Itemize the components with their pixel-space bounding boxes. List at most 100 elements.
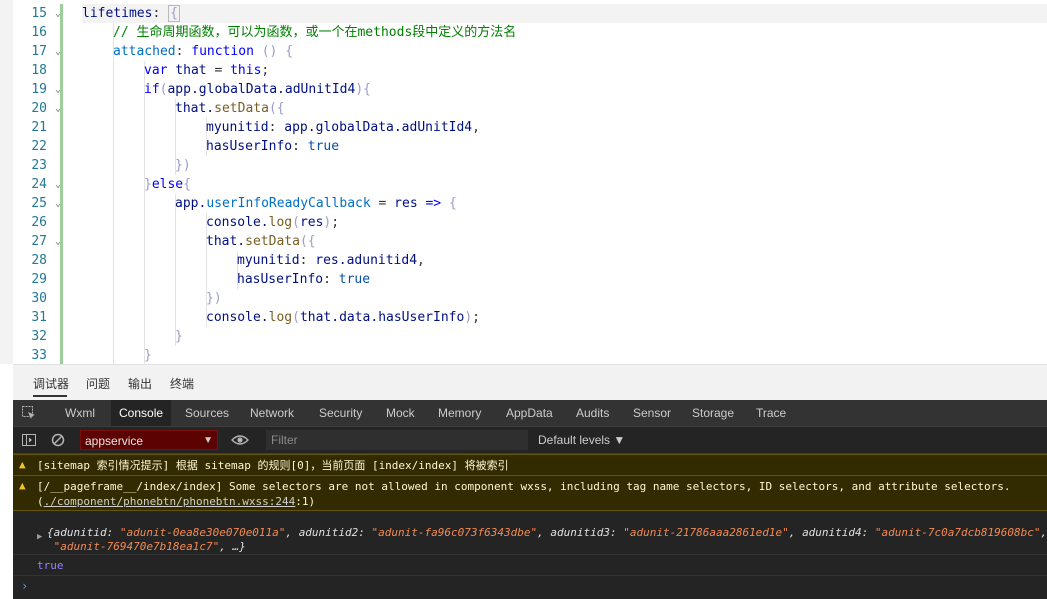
devtools-tab-audits[interactable]: Audits	[576, 400, 609, 426]
object-value: "adunit-fa96c073f6343dbe"	[371, 526, 538, 539]
indent-guide	[113, 99, 114, 118]
code-line[interactable]: // 生命周期函数，可以为函数，或一个在methods段中定义的方法名	[82, 23, 1047, 42]
line-number-gutter: 15 ⌄ 16 17 ⌄ 18 19 ⌄ 20 ⌄ 21 22 23 24 ⌄ 25 ⌄ 26 27 ⌄ 28 29 30 3…	[13, 4, 62, 364]
code-line[interactable]: if(app.globalData.adUnitId4){	[82, 80, 1047, 99]
code-line[interactable]: }else{	[82, 175, 1047, 194]
clear-console-icon[interactable]	[50, 432, 66, 448]
code-token: () {	[261, 44, 294, 59]
object-key: adunitid4	[802, 526, 862, 539]
dropdown-arrow-icon: ▼	[203, 435, 213, 446]
line-number-text: 16	[31, 25, 47, 40]
code-token: var	[144, 63, 168, 78]
code-token: that	[167, 63, 207, 78]
log-levels-dropdown[interactable]: Default levels ▼	[538, 427, 625, 453]
code-tokens: myunitid: app.globalData.adUnitId4,	[206, 118, 480, 137]
devtools-tab-sources[interactable]: Sources	[185, 400, 229, 426]
code-token: :	[292, 139, 308, 154]
code-token: hasUserInfo	[237, 272, 324, 287]
devtools-tab-memory[interactable]: Memory	[438, 400, 481, 426]
object-separator: :	[609, 526, 624, 539]
warning-source-open: (	[37, 495, 44, 508]
code-lines[interactable]: lifetimes: {// 生命周期函数，可以为函数，或一个在methods段…	[82, 4, 1047, 364]
context-selector[interactable]: appservice ▼	[80, 430, 218, 450]
indent-guide	[144, 213, 145, 232]
source-link[interactable]: ./component/phonebtn/phonebtn.wxss:244	[44, 495, 296, 508]
indent-guide	[175, 289, 176, 308]
editor-left-strip	[0, 0, 13, 364]
console-object-entry[interactable]: ▶ {adunitid: "adunit-0ea8e30e070e011a", …	[13, 522, 1047, 555]
object-preview: {adunitid: "adunit-0ea8e30e070e011a", ad…	[47, 526, 1047, 554]
code-editor[interactable]: 15 ⌄ 16 17 ⌄ 18 19 ⌄ 20 ⌄ 21 22 23 24 ⌄ 25 ⌄ 26 27 ⌄ 28 29 30 3…	[0, 0, 1047, 364]
devtools-tab-network[interactable]: Network	[250, 400, 294, 426]
indent-guide	[113, 346, 114, 364]
code-line[interactable]: hasUserInfo: true	[82, 137, 1047, 156]
expand-arrow-icon[interactable]: ▶	[37, 532, 42, 542]
console-output: ▲ [sitemap 索引情况提示] 根据 sitemap 的规则[0]，当前页…	[13, 454, 1047, 599]
panel-tab-terminal[interactable]: 终端	[170, 375, 194, 392]
code-token: attached	[113, 44, 176, 59]
code-token: res.adunitid4	[315, 253, 418, 268]
panel-tab-problems[interactable]: 问题	[86, 375, 110, 392]
line-number: 27 ⌄	[13, 232, 62, 251]
active-tab-indicator	[33, 395, 67, 397]
code-line[interactable]: }	[82, 327, 1047, 346]
code-line[interactable]: myunitid: res.adunitid4,	[82, 251, 1047, 270]
line-number-text: 22	[31, 139, 47, 154]
devtools-tab-security[interactable]: Security	[319, 400, 362, 426]
code-line[interactable]: })	[82, 289, 1047, 308]
object-separator: :	[106, 526, 120, 539]
code-line[interactable]: hasUserInfo: true	[82, 270, 1047, 289]
code-token: res	[299, 215, 324, 230]
code-tokens: if(app.globalData.adUnitId4){	[144, 80, 371, 99]
code-line[interactable]: console.log(that.data.hasUserInfo);	[82, 308, 1047, 327]
console-warning-selectors: ▲ [/__pageframe__/index/index] Some sele…	[13, 475, 1047, 511]
devtools-tab-appdata[interactable]: AppData	[506, 400, 553, 426]
bracket-match-highlight: {	[168, 5, 180, 22]
bottom-panel-tabs: 调试器 问题 输出 终端	[13, 364, 1047, 401]
console-prompt[interactable]: ›	[13, 576, 1047, 598]
line-number-text: 18	[31, 63, 47, 78]
panel-tab-output[interactable]: 输出	[128, 375, 152, 392]
devtools-tab-wxml[interactable]: Wxml	[65, 400, 95, 426]
code-token: }	[175, 329, 183, 344]
code-tokens: hasUserInfo: true	[237, 270, 370, 289]
code-tokens: })	[206, 289, 222, 308]
code-line[interactable]: }	[82, 346, 1047, 364]
console-filter-input[interactable]	[266, 430, 528, 450]
code-token: setData	[245, 234, 300, 249]
devtools-tab-mock[interactable]: Mock	[386, 400, 415, 426]
object-key: adunitid2	[298, 526, 359, 539]
live-expression-icon[interactable]	[231, 433, 249, 447]
code-token: app.globalData.adUnitId4	[284, 120, 473, 135]
devtools-tab-console[interactable]: Console	[111, 400, 172, 426]
inspect-element-icon[interactable]	[21, 405, 37, 421]
panel-tab-debugger[interactable]: 调试器	[33, 375, 69, 392]
code-line[interactable]: app.userInfoReadyCallback = res => {	[82, 194, 1047, 213]
code-line[interactable]: console.log(res);	[82, 213, 1047, 232]
code-line[interactable]: that.setData({	[82, 232, 1047, 251]
object-separator: :	[358, 526, 372, 539]
devtools-tab-trace[interactable]: Trace	[756, 400, 786, 426]
code-tokens: })	[175, 156, 191, 175]
indent-guide	[144, 308, 145, 327]
code-line[interactable]: myunitid: app.globalData.adUnitId4,	[82, 118, 1047, 137]
code-line[interactable]: attached: function () {	[82, 42, 1047, 61]
line-number: 19 ⌄	[13, 80, 62, 99]
code-line[interactable]: that.setData({	[82, 99, 1047, 118]
devtools-tab-sensor[interactable]: Sensor	[633, 400, 671, 426]
code-line[interactable]: })	[82, 156, 1047, 175]
object-preview-line: {adunitid: "adunit-0ea8e30e070e011a", ad…	[47, 526, 1047, 539]
object-more: , …}	[219, 540, 246, 553]
boolean-value: true	[37, 559, 64, 572]
indent-guide	[113, 118, 114, 137]
console-sidebar-icon[interactable]	[21, 432, 37, 448]
code-line[interactable]: var that = this;	[82, 61, 1047, 80]
line-number: 16	[13, 23, 62, 42]
code-token: console.	[206, 215, 269, 230]
code-line[interactable]: lifetimes: {	[82, 4, 1047, 23]
devtools-tab-storage[interactable]: Storage	[692, 400, 734, 426]
line-number-text: 15	[31, 6, 47, 21]
indent-guide	[175, 118, 176, 137]
code-tokens: that.setData({	[175, 99, 285, 118]
